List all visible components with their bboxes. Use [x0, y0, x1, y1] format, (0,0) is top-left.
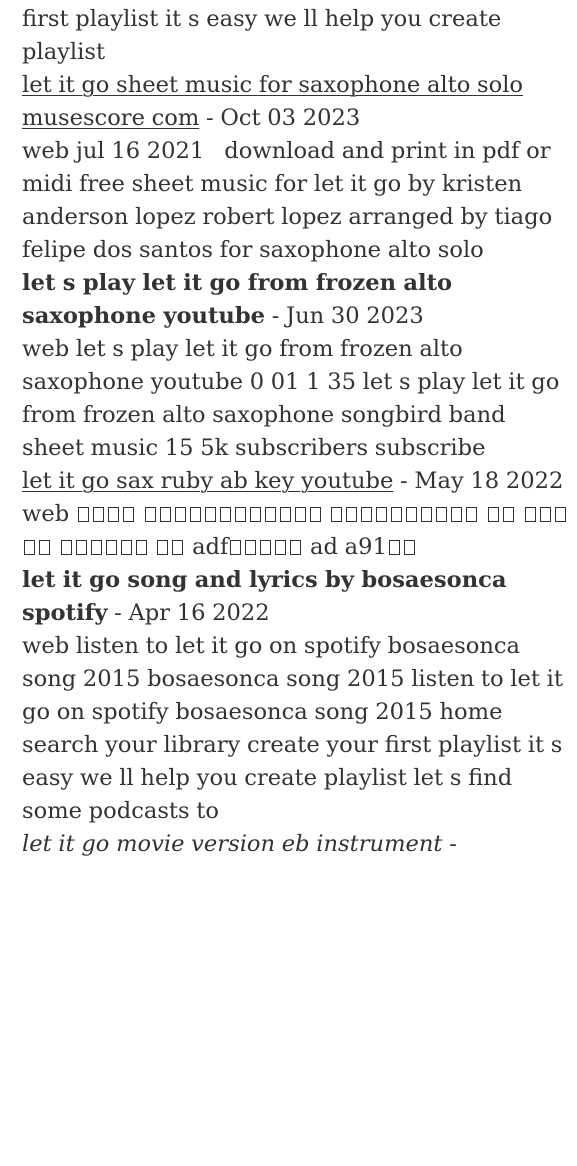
result-body: web adf ad a91 — [22, 498, 570, 564]
intro-text: first playlist it s easy we ll help you … — [22, 6, 502, 65]
result-heading: let s play let it go from frozen alto sa… — [22, 267, 570, 333]
result-entry: let it go sheet music for saxophone alto… — [22, 69, 570, 267]
title-separator: - — [393, 468, 415, 494]
body-fragment: adf — [192, 534, 229, 560]
missing-glyph-group — [486, 501, 516, 527]
result-title: let it go movie version eb instrument — [22, 831, 443, 857]
result-date: May 18 2022 — [414, 468, 564, 494]
missing-glyph-group — [76, 501, 136, 527]
body-prefix: web — [22, 501, 70, 527]
title-separator: - — [107, 600, 129, 626]
missing-glyph-group — [143, 501, 323, 527]
body-fragment: ad a91 — [310, 534, 387, 560]
result-entry: let it go movie version eb instrument - — [22, 828, 570, 861]
result-date: Oct 03 2023 — [220, 105, 361, 131]
title-separator: - — [199, 105, 221, 131]
title-separator: - — [265, 303, 287, 329]
missing-glyph-group — [155, 534, 185, 560]
result-date: Jun 30 2023 — [286, 303, 424, 329]
result-body: web listen to let it go on spotify bosae… — [22, 633, 563, 824]
document-body: first playlist it s easy we ll help you … — [22, 3, 570, 861]
result-title-link[interactable]: let it go sax ruby ab key youtube — [22, 468, 393, 494]
result-body: web let s play let it go from frozen alt… — [22, 336, 560, 461]
result-entry: let it go sax ruby ab key youtube - May … — [22, 465, 570, 564]
result-heading: let it go song and lyrics by bosaesonca … — [22, 564, 570, 630]
result-date: Apr 16 2022 — [128, 600, 270, 626]
result-entry: let it go song and lyrics by bosaesonca … — [22, 564, 570, 828]
missing-glyph-group — [228, 534, 303, 560]
result-heading: let it go movie version eb instrument - — [22, 828, 570, 861]
result-body: web jul 16 2021 download and print in pd… — [22, 138, 553, 263]
result-heading: let it go sax ruby ab key youtube - May … — [22, 465, 570, 498]
result-entry: let s play let it go from frozen alto sa… — [22, 267, 570, 465]
title-separator: - — [442, 831, 457, 857]
missing-glyph-group — [387, 534, 417, 560]
missing-glyph-group — [329, 501, 479, 527]
result-heading: let it go sheet music for saxophone alto… — [22, 69, 570, 135]
missing-glyph-group — [59, 534, 149, 560]
